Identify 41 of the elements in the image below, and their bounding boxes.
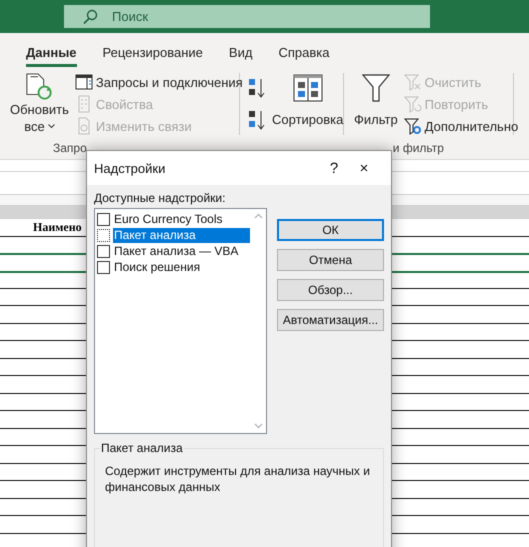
search-field[interactable]: Поиск xyxy=(64,5,430,28)
dialog-button[interactable]: ОК xyxy=(277,219,384,241)
sort-table-icon xyxy=(292,73,323,103)
add-ins-list[interactable]: Euro Currency Tools Пакет анализа Пакет анализа — VBA Поиск решения xyxy=(94,208,267,434)
group-title: Пакет анализа xyxy=(100,441,184,455)
ribbon-tab[interactable]: Рецензирование xyxy=(102,45,203,67)
checkbox[interactable] xyxy=(97,260,110,274)
group-label: и фильтр xyxy=(392,141,444,155)
ribbon-command[interactable]: Дополнительно xyxy=(404,117,518,135)
list-item[interactable]: Пакет анализа — VBA xyxy=(113,244,250,258)
ribbon-command[interactable]: Запросы и подключения xyxy=(74,73,243,91)
description-text: Содержит инструменты для анализа научных и финансовых данных xyxy=(105,463,371,495)
dialog-button[interactable]: Автоматизация... xyxy=(277,309,384,331)
refresh-all-button[interactable]: Обновить все xyxy=(8,73,71,135)
checkbox[interactable] xyxy=(97,244,110,258)
search-icon xyxy=(82,8,98,24)
dialog-button[interactable]: Обзор... xyxy=(277,279,384,301)
caret-icon xyxy=(48,124,55,129)
table-cell: Наимено xyxy=(33,220,82,235)
sort-ascending-icon xyxy=(248,77,266,99)
list-item[interactable]: Поиск решения xyxy=(113,260,250,274)
table-icon xyxy=(74,73,93,91)
checkbox[interactable] xyxy=(97,228,110,242)
dialog-title: Надстройки xyxy=(94,160,166,176)
ribbon-tab[interactable]: Данные xyxy=(26,45,77,67)
checkbox[interactable] xyxy=(97,212,110,226)
close-button[interactable]: × xyxy=(349,160,379,176)
dialog-button[interactable]: Отмена xyxy=(277,249,384,271)
funnel-icon xyxy=(360,73,391,103)
group-label: Запро xyxy=(53,141,87,155)
sort-button[interactable]: Сортировка xyxy=(270,73,346,135)
list-item[interactable]: Euro Currency Tools xyxy=(113,212,250,226)
sort-descending-icon xyxy=(248,109,266,131)
help-button[interactable]: ? xyxy=(319,160,349,176)
filter-clear-icon xyxy=(404,73,422,91)
ribbon-tab[interactable]: Справка xyxy=(278,45,330,67)
filter-button[interactable]: Фильтр xyxy=(352,73,400,135)
list-label: Доступные надстройки: xyxy=(94,191,226,205)
list-item[interactable]: Пакет анализа xyxy=(113,228,250,242)
ribbon-tab[interactable]: Вид xyxy=(228,45,252,67)
filter-refresh-icon xyxy=(404,95,422,113)
